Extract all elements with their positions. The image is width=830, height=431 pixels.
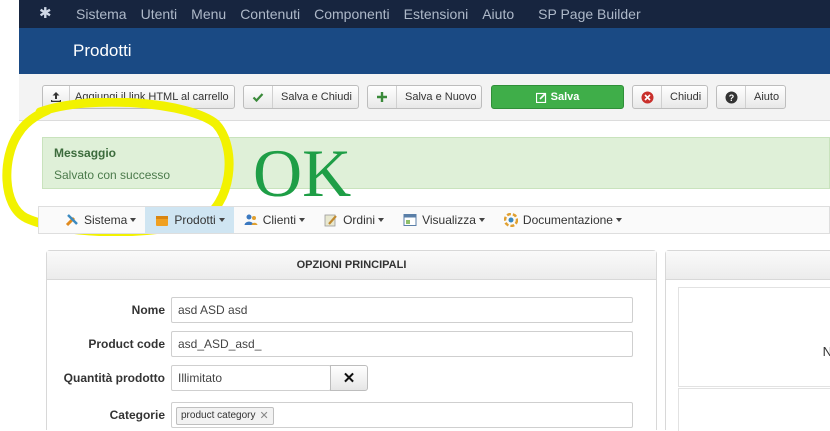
topnav-item-sp-page-builder[interactable]: SP Page Builder — [538, 6, 640, 22]
check-icon — [244, 86, 273, 108]
categories-input[interactable]: product category ✕ — [171, 402, 633, 428]
window-icon — [403, 213, 417, 227]
save-close-button[interactable]: Salva e Chiudi — [243, 85, 359, 109]
categories-row: Categorie product category ✕ — [47, 402, 656, 430]
topnav-item-componenti[interactable]: Componenti — [314, 6, 390, 22]
category-tag: product category ✕ — [176, 407, 274, 425]
topnav-item-menu[interactable]: Menu — [191, 6, 226, 22]
top-menu: Sistema Utenti Menu Contenuti Componenti… — [76, 0, 655, 28]
pencil-icon — [324, 213, 338, 227]
submenu-item-sistema[interactable]: Sistema — [39, 207, 145, 233]
side-panel-box: N — [678, 287, 830, 387]
submenu-item-prodotti[interactable]: Prodotti — [145, 207, 234, 233]
help-label: Aiuto — [754, 91, 780, 103]
close-button[interactable]: Chiudi — [632, 85, 708, 109]
edit-icon — [535, 92, 547, 103]
name-label: Nome — [131, 303, 165, 317]
panel-title: OPZIONI PRINCIPALI — [47, 251, 656, 280]
chevron-down-icon — [218, 218, 225, 222]
product-code-input[interactable] — [171, 331, 633, 357]
category-tag-label: product category — [181, 410, 256, 421]
close-icon: ✕ — [342, 370, 356, 387]
topnav-item-utenti[interactable]: Utenti — [141, 6, 178, 22]
remove-tag-icon[interactable]: ✕ — [260, 408, 269, 424]
users-icon — [244, 213, 258, 227]
component-submenu: Sistema Prodotti Clienti Ordini Visualiz… — [38, 206, 830, 234]
save-button[interactable]: Salva — [491, 85, 624, 109]
title-bar: Prodotti — [19, 28, 830, 74]
product-code-row: Product code — [47, 331, 656, 359]
submenu-item-visualizza[interactable]: Visualizza — [393, 207, 494, 233]
save-new-label: Salva e Nuovo — [405, 91, 477, 103]
tools-icon — [65, 213, 79, 227]
submenu-item-ordini[interactable]: Ordini — [314, 207, 393, 233]
add-html-link-button[interactable]: Aggiungi il link HTML al carrello — [42, 85, 235, 109]
plus-icon — [368, 86, 397, 108]
save-label: Salva — [550, 91, 580, 103]
chevron-down-icon — [299, 218, 306, 222]
page-title: Prodotti — [73, 41, 132, 60]
chevron-down-icon — [130, 218, 137, 222]
chevron-down-icon — [615, 218, 622, 222]
message-heading: Messaggio — [54, 146, 117, 160]
quantity-row: Quantità prodotto ✕ — [47, 365, 656, 393]
name-input[interactable] — [171, 297, 633, 323]
close-label: Chiudi — [670, 91, 702, 103]
topnav-item-estensioni[interactable]: Estensioni — [404, 6, 469, 22]
help-button[interactable]: ? Aiuto — [716, 85, 786, 109]
help-icon — [503, 213, 518, 227]
svg-text:?: ? — [728, 93, 734, 103]
top-navbar: ✱ Sistema Utenti Menu Contenuti Componen… — [19, 0, 830, 28]
categories-label: Categorie — [109, 408, 165, 422]
chevron-down-icon — [478, 218, 485, 222]
joomla-logo-icon[interactable]: ✱ — [39, 6, 55, 22]
side-panel: N — [665, 250, 830, 431]
help-icon: ? — [717, 86, 746, 108]
main-options-panel: OPZIONI PRINCIPALI Nome Product code Qua… — [46, 250, 657, 430]
topnav-item-sistema[interactable]: Sistema — [76, 6, 127, 22]
chevron-down-icon — [378, 218, 385, 222]
submenu-item-clienti[interactable]: Clienti — [234, 207, 314, 233]
quantity-label: Quantità prodotto — [63, 371, 165, 385]
upload-icon — [43, 86, 70, 108]
submenu-item-documentazione[interactable]: Documentazione — [494, 207, 631, 233]
side-panel-text: N — [822, 344, 830, 359]
clear-quantity-button[interactable]: ✕ — [330, 365, 368, 391]
box-icon — [155, 213, 169, 227]
side-panel-box-2 — [678, 388, 830, 431]
side-panel-header — [666, 251, 830, 280]
save-new-button[interactable]: Salva e Nuovo — [367, 85, 482, 109]
success-message: Messaggio Salvato con successo — [42, 137, 830, 189]
ok-annotation: OK — [253, 135, 352, 211]
quantity-input[interactable] — [171, 365, 331, 391]
message-text: Salvato con successo — [54, 168, 171, 182]
name-row: Nome — [47, 297, 656, 325]
close-circle-icon — [633, 86, 662, 108]
topnav-item-contenuti[interactable]: Contenuti — [240, 6, 300, 22]
product-code-label: Product code — [88, 337, 165, 351]
topnav-item-aiuto[interactable]: Aiuto — [482, 6, 514, 22]
toolbar: Aggiungi il link HTML al carrello Salva … — [19, 74, 830, 121]
add-html-link-label: Aggiungi il link HTML al carrello — [75, 91, 229, 103]
save-close-label: Salva e Chiudi — [281, 91, 352, 103]
